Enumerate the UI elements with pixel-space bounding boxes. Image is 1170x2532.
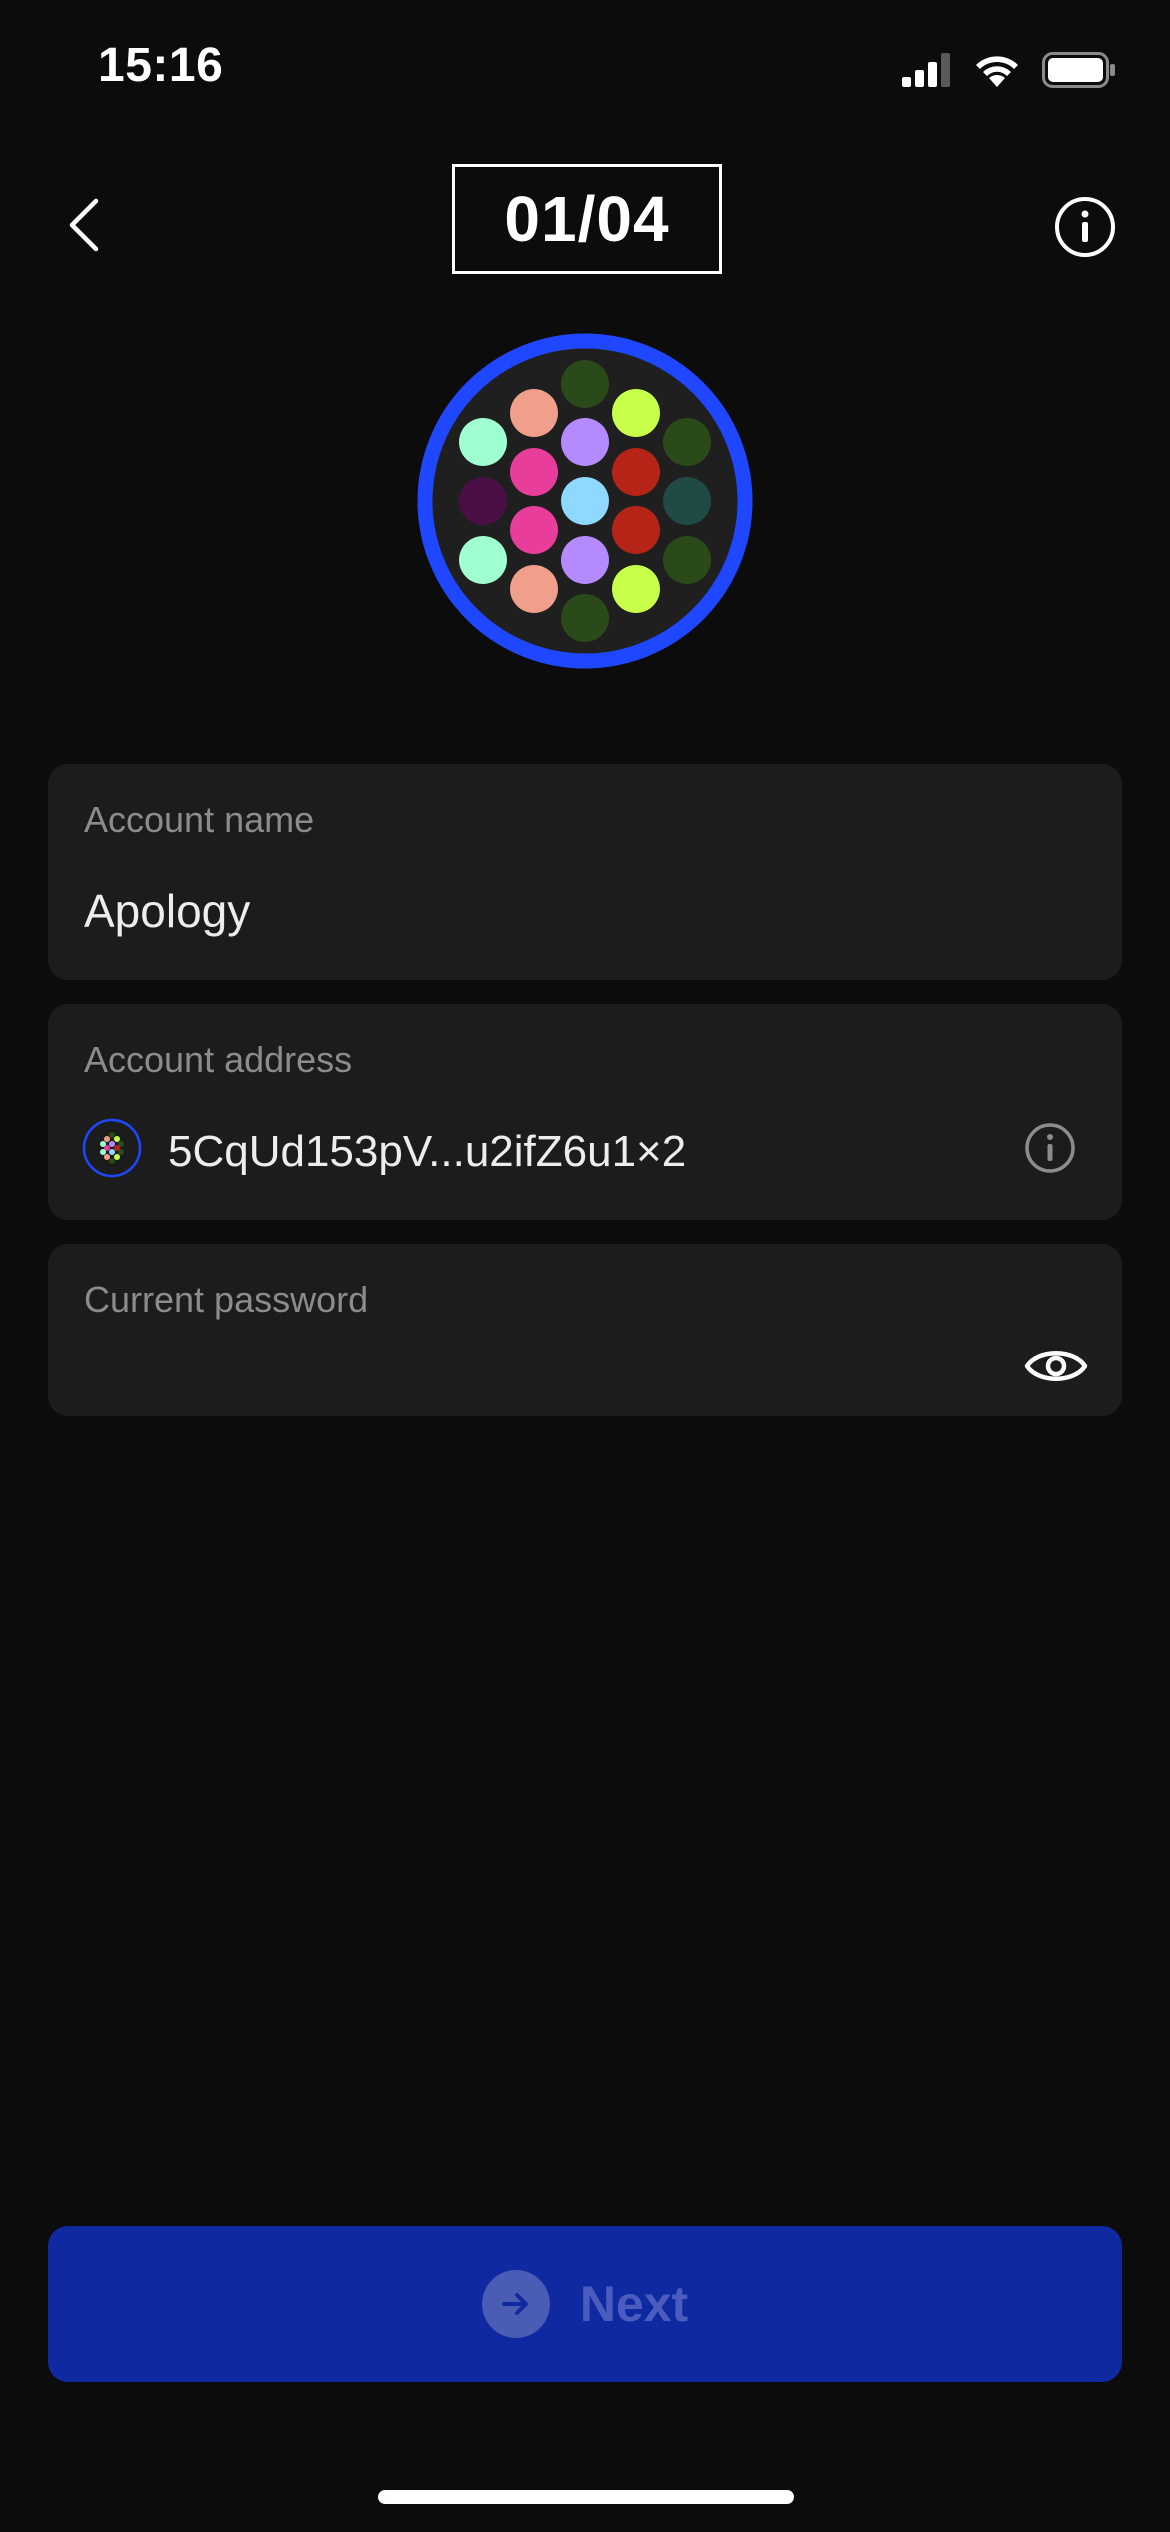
wifi-icon	[976, 56, 1018, 87]
account-avatar	[417, 333, 753, 669]
account-name-label: Account name	[84, 799, 315, 840]
current-password-field[interactable]: Current password	[48, 1244, 1122, 1416]
back-button[interactable]	[54, 190, 114, 260]
account-address-value: 5CqUd153pV...u2ifZ6u1×2	[168, 1127, 687, 1176]
status-time: 15:16	[98, 39, 224, 92]
current-password-label: Current password	[84, 1279, 369, 1320]
account-address-label: Account address	[84, 1039, 353, 1080]
account-name-field[interactable]: Account name Apology	[48, 764, 1122, 980]
battery-icon	[1042, 52, 1115, 88]
current-password-input[interactable]	[84, 1336, 988, 1394]
home-indicator[interactable]	[378, 2490, 794, 2504]
step-text: 01/04	[504, 183, 670, 255]
info-circle-icon	[1055, 197, 1115, 257]
next-button-label: Next	[579, 2276, 689, 2332]
status-icons	[902, 52, 1116, 88]
step-indicator: 01/04	[452, 164, 722, 274]
arrow-right-circle-icon	[481, 2270, 550, 2338]
next-button[interactable]: Next	[48, 2226, 1122, 2382]
account-name-value[interactable]: Apology	[84, 888, 250, 934]
address-identicon-icon	[82, 1118, 142, 1178]
account-address-field: Account address 5CqUd153pV...u2ifZ6u1×2	[48, 1004, 1122, 1220]
info-button[interactable]	[1054, 196, 1116, 258]
eye-icon[interactable]	[1024, 1344, 1088, 1388]
signal-icon	[902, 53, 950, 87]
address-info-icon[interactable]	[1024, 1122, 1076, 1174]
chevron-left-icon	[69, 198, 99, 252]
